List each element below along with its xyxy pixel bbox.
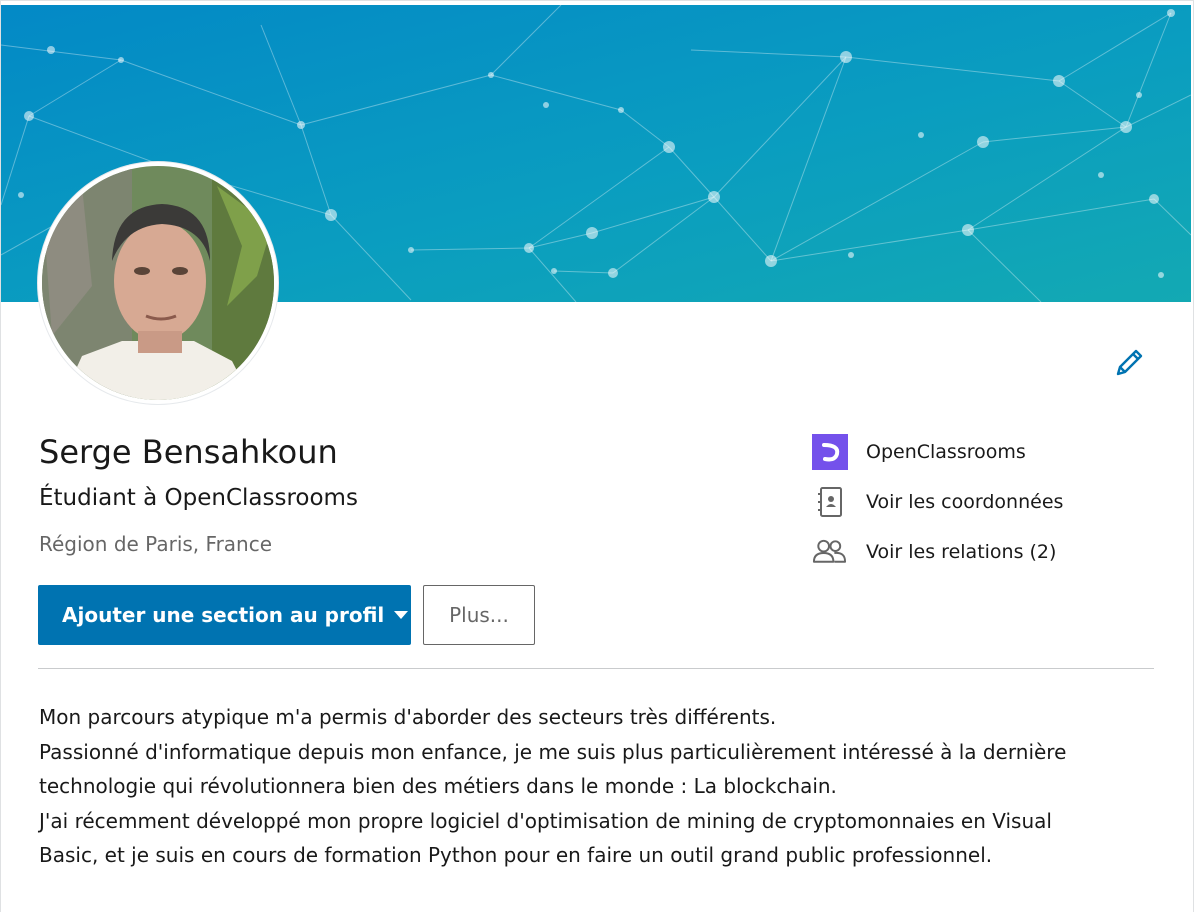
- add-profile-section-label: Ajouter une section au profil: [62, 603, 385, 627]
- summary-line: Passionné d'informatique depuis mon enfa…: [39, 739, 1067, 764]
- connections-label: Voir les relations (2): [866, 540, 1057, 563]
- school-link-label: OpenClassrooms: [866, 440, 1026, 463]
- more-button[interactable]: Plus...: [423, 585, 535, 645]
- summary-line: technologie qui révolutionnera bien des …: [39, 774, 837, 798]
- add-profile-section-button[interactable]: Ajouter une section au profil: [38, 585, 411, 645]
- profile-photo[interactable]: [38, 162, 278, 404]
- school-link-openclassrooms[interactable]: OpenClassrooms: [811, 433, 1026, 470]
- profile-headline: Étudiant à OpenClassrooms: [39, 485, 358, 511]
- pencil-icon: [1116, 349, 1143, 376]
- more-button-label: Plus...: [449, 603, 509, 627]
- contact-book-icon: [811, 483, 848, 520]
- contact-info-link[interactable]: Voir les coordonnées: [811, 483, 1063, 520]
- summary-line: Mon parcours atypique m'a permis d'abord…: [39, 705, 777, 729]
- summary-line: J'ai récemment développé mon propre logi…: [39, 808, 1052, 833]
- edit-intro-button[interactable]: [1111, 345, 1147, 381]
- section-divider: [38, 668, 1154, 669]
- people-icon: [811, 533, 848, 570]
- openclassrooms-logo-icon: [811, 433, 848, 470]
- profile-card: Serge Bensahkoun Étudiant à OpenClassroo…: [0, 0, 1194, 912]
- connections-link[interactable]: Voir les relations (2): [811, 533, 1056, 570]
- profile-location: Région de Paris, France: [39, 532, 273, 556]
- caret-down-icon: [394, 611, 409, 619]
- contact-info-label: Voir les coordonnées: [866, 490, 1064, 513]
- profile-name: Serge Bensahkoun: [39, 433, 338, 471]
- profile-summary: Mon parcours atypique m'a permis d'abord…: [39, 700, 1159, 873]
- summary-line: Basic, et je suis en cours de formation …: [39, 843, 993, 867]
